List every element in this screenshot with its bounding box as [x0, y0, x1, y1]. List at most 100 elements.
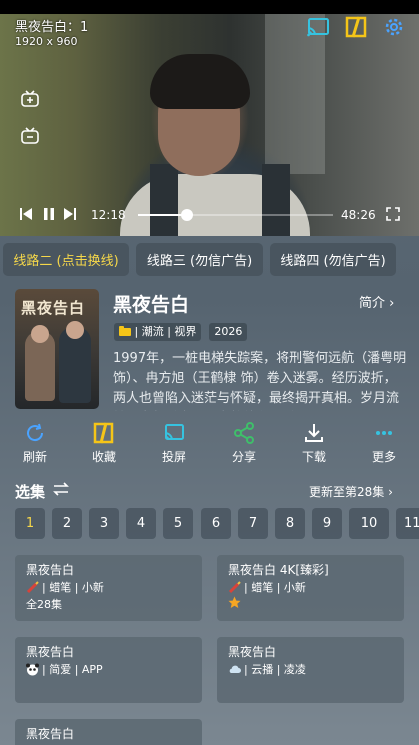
source-name: 黑夜告白 [26, 563, 75, 577]
poster-figure-head [31, 325, 49, 343]
source-name: 黑夜告白 [26, 727, 75, 741]
poster-figure-head [66, 321, 84, 339]
episode-button[interactable]: 6 [201, 508, 231, 539]
refresh-icon [27, 423, 44, 442]
share-button[interactable]: 分享 [219, 422, 269, 468]
episode-button[interactable]: 5 [163, 508, 193, 539]
source-tags: | 蜡笔 | 小新 [26, 579, 191, 596]
source-name: 黑夜告白 4K[臻彩] [228, 563, 329, 577]
episode-button[interactable]: 3 [89, 508, 119, 539]
more-icon [376, 431, 392, 435]
skip-next-icon[interactable] [63, 207, 77, 221]
show-title: 黑夜告白 [113, 294, 190, 316]
source-tags-text: | 蜡笔 | 小新 [244, 581, 306, 594]
source-card[interactable]: 黑夜告白 | 蜡笔 | 小新 全28集 [15, 555, 202, 621]
video-player[interactable]: 黑夜告白：1 1920 x 960 12:18 48:26 [0, 14, 419, 236]
download-button[interactable]: 下载 [289, 422, 339, 468]
episode-button[interactable]: 10 [349, 508, 389, 539]
poster[interactable]: 黑夜告白 [15, 289, 99, 409]
folder-icon [119, 326, 131, 336]
cast-button[interactable]: 投屏 [149, 422, 199, 468]
collect-button[interactable]: 收藏 [79, 422, 129, 468]
source-tags-text: | 简爱 | APP [42, 663, 103, 676]
more-label: 更多 [371, 450, 396, 464]
show-tags-text: | 潮流 | 视界 [134, 325, 197, 338]
episode-button[interactable]: 4 [126, 508, 156, 539]
show-tags: | 潮流 | 视界 [114, 323, 202, 341]
cast-icon[interactable] [306, 16, 330, 38]
chevron-right-icon: › [388, 485, 393, 499]
video-background-window [265, 14, 325, 174]
chevron-right-icon: › [389, 296, 395, 311]
pause-icon[interactable] [42, 207, 56, 221]
action-bar: 刷新 收藏 投屏 分享 下载 更多 [0, 422, 419, 470]
settings-icon[interactable] [382, 16, 406, 38]
episode-button[interactable]: 8 [275, 508, 305, 539]
player-controls: 12:18 48:26 [0, 204, 419, 226]
total-time: 48:26 [341, 208, 376, 222]
episode-list: 1 2 3 4 5 6 7 8 9 10 11 [0, 508, 419, 540]
source-episode-count: 全28集 [26, 598, 62, 611]
source-tags: | 蜡笔 | 小新 [228, 579, 393, 596]
refresh-label: 刷新 [22, 450, 47, 464]
show-description: 1997年，一桩电梯失踪案，将刑警何远航（潘粤明饰）、冉方旭（王鹤棣 饰）卷入迷… [113, 351, 407, 406]
episode-button[interactable]: 9 [312, 508, 342, 539]
episode-header: 选集 [15, 483, 46, 501]
collect-label: 收藏 [91, 450, 116, 464]
show-year: 2026 [209, 323, 248, 341]
episode-button[interactable]: 7 [238, 508, 268, 539]
line-tab-2[interactable]: 线路二 (点击换线) [3, 243, 129, 276]
speed-up-icon[interactable] [20, 89, 40, 109]
seek-handle[interactable] [180, 209, 193, 221]
speed-down-icon[interactable] [20, 126, 40, 146]
cast-icon [164, 424, 184, 441]
source-tags: | 云播 | 凌凌 [228, 661, 393, 678]
episode-button[interactable]: 2 [52, 508, 82, 539]
source-tags-text: | 云播 | 凌凌 [244, 663, 306, 676]
episode-button[interactable]: 11 [396, 508, 419, 539]
episode-update-link[interactable]: 更新至第28集 › [309, 483, 393, 500]
swap-order-icon[interactable] [53, 482, 69, 496]
download-label: 下载 [301, 450, 326, 464]
source-card[interactable]: 黑夜告白 | 简爱 | APP [15, 637, 202, 703]
source-name: 黑夜告白 [26, 645, 75, 659]
video-resolution: 1920 x 960 [15, 35, 78, 48]
crayon-icon [228, 581, 241, 594]
intro-label: 简介 [359, 296, 386, 311]
line-tab-3[interactable]: 线路三 (勿信广告) [136, 243, 263, 276]
episode-update-label: 更新至第28集 [309, 485, 385, 499]
skip-previous-icon[interactable] [19, 207, 33, 221]
intro-link[interactable]: 简介 › [359, 292, 394, 311]
favorite-icon[interactable] [345, 16, 369, 38]
refresh-button[interactable]: 刷新 [10, 422, 60, 468]
source-card[interactable]: 黑夜告白 | 云播 | 凌凌 [217, 637, 404, 703]
source-tags-text: | 蜡笔 | 小新 [42, 581, 104, 594]
share-icon [234, 422, 254, 444]
line-tab-4[interactable]: 线路四 (勿信广告) [270, 243, 396, 276]
line-tabs: 线路二 (点击换线) 线路三 (勿信广告) 线路四 (勿信广告) [0, 243, 419, 277]
star-icon [228, 596, 241, 608]
episode-button[interactable]: 1 [15, 508, 45, 539]
more-button[interactable]: 更多 [359, 422, 409, 468]
cloud-icon [229, 665, 241, 673]
crayon-icon [26, 581, 39, 594]
seek-bar[interactable] [138, 214, 333, 216]
video-figure-hair [150, 54, 250, 109]
source-card[interactable]: 黑夜告白 [15, 719, 202, 745]
source-tags: | 简爱 | APP [26, 661, 191, 678]
status-bar [0, 0, 419, 14]
current-time: 12:18 [91, 208, 126, 222]
source-name: 黑夜告白 [228, 645, 277, 659]
source-card[interactable]: 黑夜告白 4K[臻彩] | 蜡笔 | 小新 [217, 555, 404, 621]
collect-icon [93, 422, 114, 444]
show-meta: | 潮流 | 视界 2026 [114, 323, 248, 341]
fullscreen-icon[interactable] [386, 207, 400, 221]
source-extra [228, 596, 393, 614]
poster-title: 黑夜告白 [21, 299, 86, 317]
video-title: 黑夜告白：1 [15, 20, 89, 35]
share-label: 分享 [231, 450, 256, 464]
panda-icon [26, 663, 39, 676]
cast-label: 投屏 [161, 450, 186, 464]
download-icon [305, 424, 323, 442]
seek-bar-progress [138, 214, 187, 216]
